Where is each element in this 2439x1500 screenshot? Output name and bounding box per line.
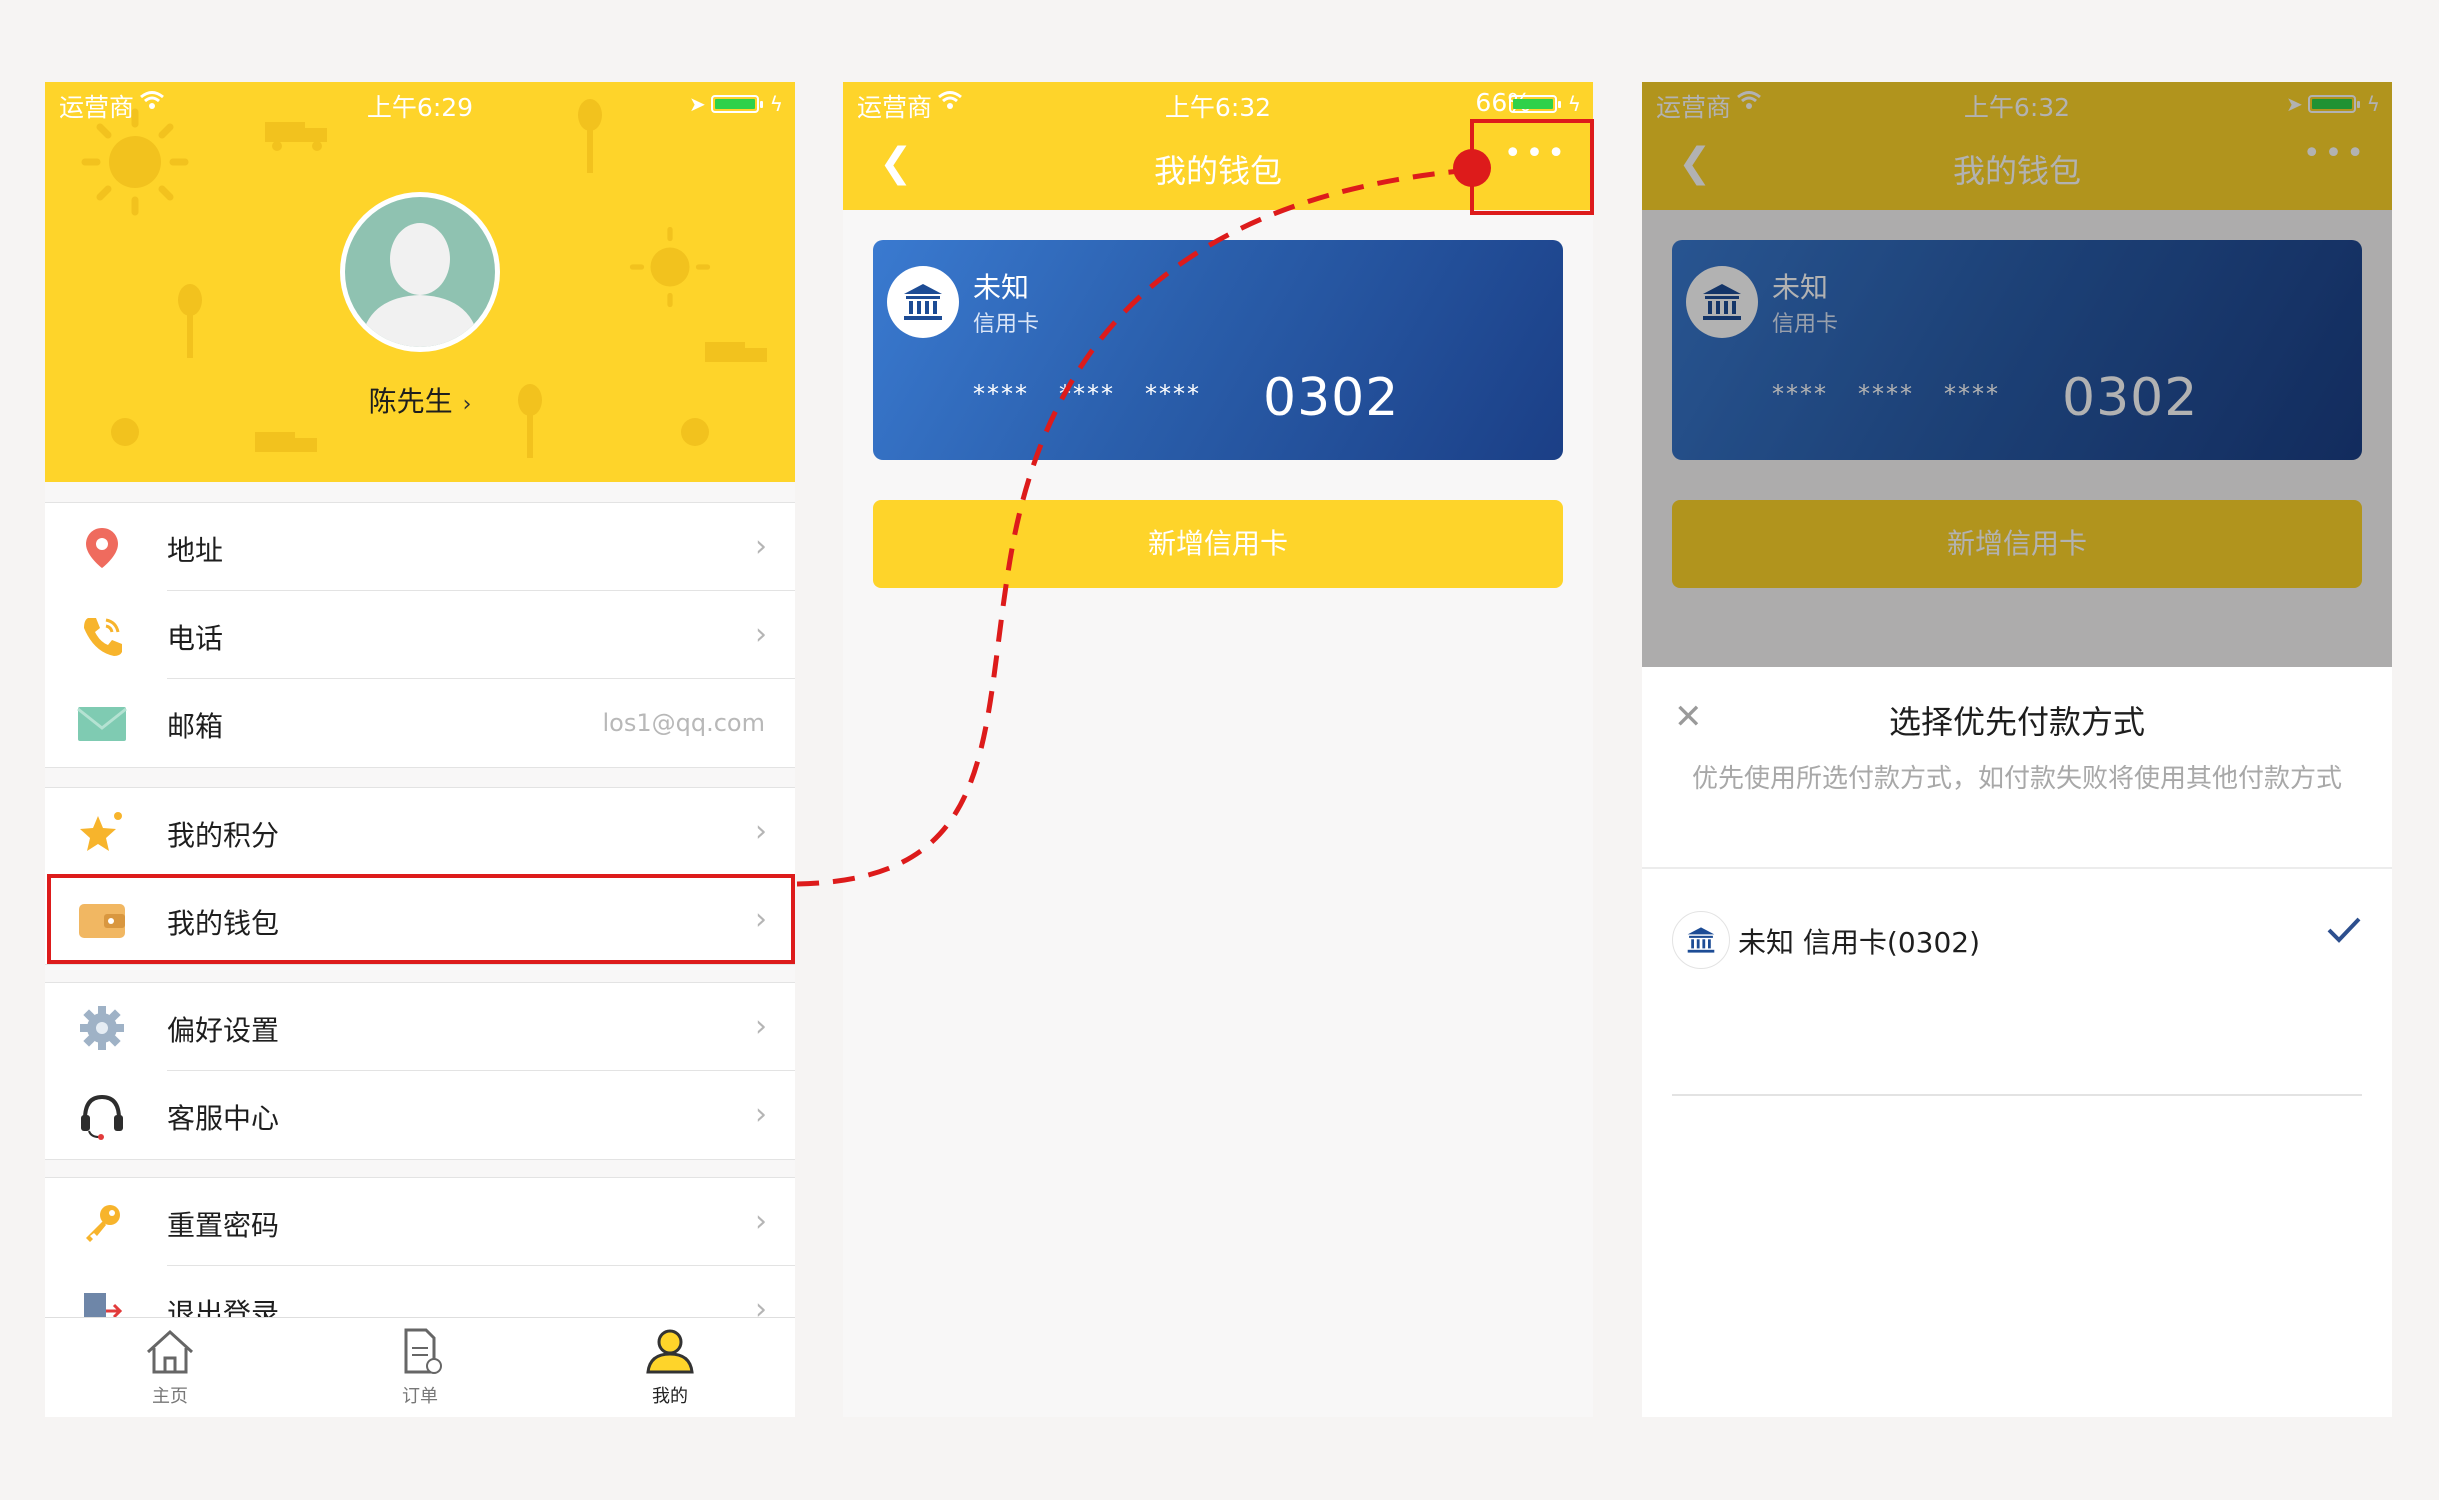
flow-connector-arrow bbox=[796, 149, 1491, 887]
